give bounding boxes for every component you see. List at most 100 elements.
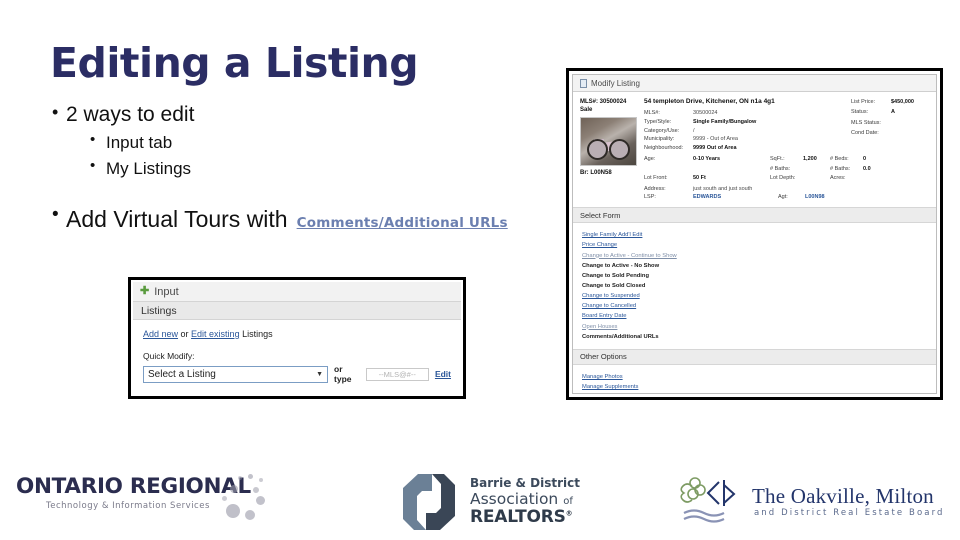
lsp-value[interactable]: EDWARDS — [693, 193, 775, 202]
bullet-my-listings: My Listings — [52, 155, 572, 182]
edit-existing-link[interactable]: Edit existing — [191, 329, 240, 339]
select-form-section-header: Select Form — [573, 207, 936, 224]
age-value: 0-10 Years — [693, 156, 721, 163]
list-price-label: List Price: — [851, 99, 876, 105]
sqft-label: SqFt.: — [770, 156, 785, 163]
input-panel-header-label: Input — [154, 285, 179, 298]
lot-front-label: Lot Front: — [644, 174, 668, 181]
listing-address: 54 templeton Drive, Kitchener, ON n1a 4g… — [644, 98, 775, 105]
other-options-section-header: Other Options — [573, 348, 936, 365]
page-title: Editing a Listing — [50, 39, 419, 87]
ontario-regional-logo: ONTARIO REGIONAL Technology & Informatio… — [16, 474, 266, 530]
other-option-link[interactable]: Show Input Audit — [582, 392, 927, 393]
ontario-dots-icon — [214, 474, 270, 526]
comments-additional-urls-link[interactable]: Comments/Additional URLs — [297, 214, 508, 233]
listings-section-header: Listings — [133, 302, 461, 320]
oakville-line-2: and District Real Estate Board — [754, 508, 945, 519]
agent-value[interactable]: L00N98 — [805, 193, 845, 202]
other-option-link[interactable]: Manage Supplements — [582, 382, 927, 392]
other-options-list: Manage Photos Manage Supplements Show In… — [573, 365, 936, 393]
bullet-add-virtual-tours: Add Virtual Tours with Comments/Addition… — [52, 202, 572, 235]
lsp-label: LSP: — [644, 194, 656, 201]
select-a-listing-dropdown[interactable]: Select a Listing ▼ — [143, 365, 329, 383]
listings-section-label: Listings — [141, 304, 177, 317]
detail-value: 9999 - Out of Area — [693, 136, 738, 143]
select-form-label: Select Form — [580, 210, 621, 220]
barrie-hexagon-icon — [398, 471, 460, 533]
form-link[interactable]: Comments/Additional URLs — [582, 332, 927, 342]
bullet-input-tab: Input tab — [52, 129, 572, 156]
mls-status-label: MLS Status: — [851, 119, 881, 126]
form-link[interactable]: Price Change — [582, 240, 927, 250]
chevron-down-icon: ▼ — [316, 370, 324, 378]
bike-wheel-left — [587, 139, 608, 161]
barrie-line-2-main: Association — [470, 489, 559, 508]
detail-label: Type/Style: — [644, 118, 672, 125]
add-or-edit-line: Add new or Edit existing Listings — [143, 329, 451, 339]
listings-suffix: Listings — [239, 329, 273, 339]
or-text: or — [178, 329, 192, 339]
listing-photo[interactable] — [580, 117, 637, 167]
barrie-line-3: REALTORS® — [470, 506, 580, 527]
form-link[interactable]: Change to Cancelled — [582, 301, 927, 311]
listing-detail-block: MLS#: 30500024 Sale Br: L00N58 54 temple… — [573, 92, 936, 207]
document-icon — [580, 78, 587, 88]
select-form-list: Single Family Add'l Edit Price Change Ch… — [573, 223, 936, 349]
registered-mark-icon: ® — [565, 509, 573, 518]
mls-number-line: MLS#: 30500024 Sale — [580, 98, 638, 114]
listing-size-grid: Age: 0-10 Years SqFt.: 1,200 # Beds: 0 #… — [644, 155, 871, 182]
footer-logos: ONTARIO REGIONAL Technology & Informatio… — [0, 462, 960, 540]
lot-depth-label: Lot Depth: — [770, 174, 796, 181]
select-a-listing-value: Select a Listing — [148, 368, 216, 380]
status-label: Status: — [851, 109, 869, 116]
form-link[interactable]: Board Entry Date — [582, 311, 927, 321]
modify-listing-header: Modify Listing — [573, 75, 936, 92]
detail-label: Category/Use: — [644, 127, 680, 134]
barrie-line-2: Association of — [470, 489, 580, 508]
bullet-add-virtual-tours-text: Add Virtual Tours with — [66, 206, 288, 233]
oakville-line-1: The Oakville, Milton — [752, 484, 934, 509]
other-option-link[interactable]: Manage Photos — [582, 372, 927, 382]
listing-price-grid: List Price: $450,000 Status: A MLS Statu… — [851, 98, 929, 137]
oakville-emblem-icon — [678, 476, 744, 528]
mls-number-text: MLS#: 30500024 — [580, 99, 627, 105]
detail-label: Neighbourhood: — [644, 145, 684, 151]
input-screenshot: ✚ Input Listings Add new or Edit existin… — [128, 277, 466, 399]
barrie-association-logo: Barrie & District Association of REALTOR… — [398, 468, 610, 536]
sqft-value: 1,200 — [803, 156, 817, 163]
plus-icon: ✚ — [140, 285, 150, 297]
listing-remarks-grid: Address: just south and just south LSP: … — [644, 185, 845, 203]
quick-modify-label: Quick Modify: — [143, 351, 195, 361]
agent-label: Agt: — [778, 194, 788, 201]
form-link[interactable]: Change to Active - Continue to Show — [582, 251, 927, 261]
broker-line: Br: L00N58 — [580, 170, 612, 177]
or-type-label: or type — [334, 364, 352, 384]
other-options-label: Other Options — [580, 352, 627, 362]
listing-attributes-grid: MLS#: 30500024 Type/Style: Single Family… — [644, 109, 845, 152]
mls-number-placeholder: --MLS@#-- — [378, 369, 416, 379]
edit-link[interactable]: Edit — [435, 369, 451, 379]
form-link[interactable]: Change to Active - No Show — [582, 261, 927, 271]
bullet-list: 2 ways to edit Input tab My Listings Add… — [52, 99, 572, 236]
add-new-link[interactable]: Add new — [143, 329, 178, 339]
detail-value: / — [693, 127, 695, 134]
form-link[interactable]: Single Family Add'l Edit — [582, 230, 927, 240]
list-price-value: $450,000 — [891, 99, 914, 105]
oakville-milton-logo: The Oakville, Milton and District Real E… — [678, 472, 950, 532]
barrie-realtors-text: REALTORS — [470, 506, 566, 527]
mls-number-input[interactable]: --MLS@#-- — [365, 367, 429, 381]
form-link[interactable]: Change to Suspended — [582, 291, 927, 301]
baths-label: # Baths: — [770, 165, 791, 172]
barrie-line-2-of: of — [563, 495, 573, 507]
form-link[interactable]: Change to Sold Pending — [582, 271, 927, 281]
address2-label: Address: — [644, 185, 666, 192]
form-link[interactable]: Change to Sold Closed — [582, 281, 927, 291]
detail-value: Single Family/Bungalow — [693, 118, 757, 125]
form-link[interactable]: Open Houses — [582, 322, 927, 332]
slide: Editing a Listing 2 ways to edit Input t… — [0, 0, 960, 540]
input-panel-header: ✚ Input — [133, 282, 461, 302]
modify-listing-screenshot: Modify Listing MLS#: 30500024 Sale Br: L… — [566, 68, 943, 400]
barrie-line-1: Barrie & District — [470, 476, 580, 491]
detail-label: Municipality: — [644, 136, 675, 143]
modify-listing-header-label: Modify Listing — [591, 78, 640, 88]
